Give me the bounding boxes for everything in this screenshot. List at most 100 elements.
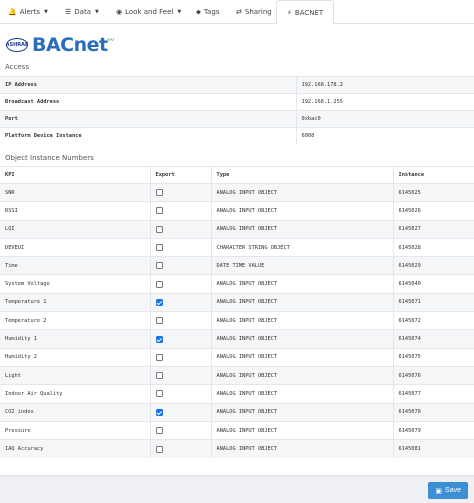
export-cell	[149, 402, 211, 422]
kpi-cell: DEVEUI	[0, 237, 150, 257]
platform-device-instance-label: Platform Device Instance	[0, 127, 297, 145]
export-checkbox[interactable]	[155, 353, 163, 361]
access-title: Access	[5, 63, 29, 71]
save-button-label: Save	[445, 487, 461, 494]
tag-icon: ⬥	[196, 7, 201, 16]
kpi-cell: Light	[0, 365, 150, 385]
instance-cell: 6145074	[392, 329, 474, 349]
table-row: Temperature 2 ANALOG INPUT OBJECT 6145072	[0, 311, 474, 330]
instance-cell: 6145072	[392, 311, 474, 330]
export-cell	[149, 292, 211, 312]
port-value: 0xbac0	[296, 110, 474, 128]
export-cell	[149, 439, 211, 458]
kpi-cell: SNR	[0, 182, 150, 202]
port-label: Port	[0, 110, 297, 128]
bacnet-wordmark: BACnet 〰	[32, 34, 114, 56]
footer-bar: ▣ Save	[0, 475, 474, 503]
instance-cell: 6145025	[392, 182, 474, 202]
export-checkbox[interactable]	[155, 225, 163, 233]
table-row: Humidity 2 ANALOG INPUT OBJECT 6145075	[0, 347, 474, 367]
export-checkbox[interactable]	[155, 317, 163, 325]
tab-bar: 🔔 Alerts ▼ ☰ Data ▼ ◉ Look and Feel ▼ ⬥ …	[0, 0, 474, 25]
tab-sharing[interactable]: ⇄ Sharing	[236, 0, 272, 24]
type-cell: ANALOG INPUT OBJECT	[210, 274, 393, 294]
tab-bacnet[interactable]: ⚡ BACNET	[276, 0, 335, 25]
export-cell	[149, 329, 211, 349]
tab-look-and-feel[interactable]: ◉ Look and Feel ▼	[116, 0, 181, 24]
kpi-cell: Humidity 1	[0, 329, 150, 349]
object-instance-title: Object Instance Numbers	[5, 154, 94, 162]
export-checkbox[interactable]	[155, 408, 163, 416]
share-icon: ⇄	[236, 8, 242, 16]
column-header-export: Export	[149, 166, 211, 184]
export-cell	[149, 201, 211, 221]
export-cell	[149, 274, 211, 294]
table-row: Light ANALOG INPUT OBJECT 6145076	[0, 365, 474, 385]
table-row: Pressure ANALOG INPUT OBJECT 6145079	[0, 420, 474, 440]
kpi-cell: Indoor Air Quality	[0, 384, 150, 404]
table-row: Indoor Air Quality ANALOG INPUT OBJECT 614…	[0, 384, 474, 404]
export-cell	[149, 237, 211, 257]
export-checkbox[interactable]	[155, 280, 163, 288]
type-cell: ANALOG INPUT OBJECT	[210, 292, 393, 312]
tab-label: BACNET	[294, 8, 324, 17]
type-cell: ANALOG INPUT OBJECT	[210, 347, 393, 367]
export-checkbox[interactable]	[155, 262, 163, 270]
instance-cell: 6145071	[392, 292, 474, 312]
caret-down-icon: ▼	[44, 9, 48, 15]
caret-down-icon: ▼	[95, 9, 99, 15]
type-cell: ANALOG INPUT OBJECT	[210, 219, 393, 239]
list-icon: ☰	[65, 8, 72, 16]
kpi-cell: IAQ Accuracy	[0, 439, 150, 458]
kpi-cell: Temperature 1	[0, 292, 150, 312]
kpi-cell: System Voltage	[0, 274, 150, 294]
tab-label: Sharing	[244, 8, 272, 16]
table-row: DEVEUI CHARACTER STRING OBJECT 6145028	[0, 237, 474, 257]
export-checkbox[interactable]	[155, 372, 163, 380]
export-checkbox[interactable]	[155, 189, 163, 197]
table-row: Time DATE TIME VALUE 6145029	[0, 256, 474, 275]
export-cell	[149, 219, 211, 239]
type-cell: ANALOG INPUT OBJECT	[210, 365, 393, 385]
type-cell: ANALOG INPUT OBJECT	[210, 420, 393, 440]
kpi-cell: Temperature 2	[0, 311, 150, 330]
column-header-type: Type	[210, 166, 393, 184]
save-icon: ▣	[435, 487, 443, 495]
export-cell	[149, 347, 211, 367]
table-row: IAQ Accuracy ANALOG INPUT OBJECT 6145081	[0, 439, 474, 458]
instance-cell: 6145029	[392, 256, 474, 275]
export-checkbox[interactable]	[155, 427, 163, 434]
export-checkbox[interactable]	[155, 298, 163, 306]
instance-cell: 6145028	[392, 237, 474, 257]
instance-cell: 6145075	[392, 347, 474, 367]
type-cell: ANALOG INPUT OBJECT	[210, 182, 393, 202]
export-cell	[149, 256, 211, 275]
export-cell	[149, 365, 211, 385]
instance-cell: 6145081	[392, 439, 474, 458]
tab-label: Look and Feel	[125, 8, 174, 16]
table-header-row: KPI Export Type Instance	[0, 166, 474, 184]
bacnet-logo: ASHRAE BACnet 〰	[6, 34, 114, 56]
export-cell	[149, 420, 211, 440]
tab-data[interactable]: ☰ Data ▼	[65, 0, 99, 24]
platform-device-instance-value: 6008	[296, 127, 474, 145]
tab-tags[interactable]: ⬥ Tags	[196, 0, 219, 24]
eye-icon: ◉	[116, 8, 123, 16]
type-cell: DATE TIME VALUE	[210, 256, 393, 275]
instance-cell: 6145027	[392, 219, 474, 239]
bolt-icon: ⚡	[287, 8, 292, 17]
export-checkbox[interactable]	[155, 207, 163, 215]
type-cell: ANALOG INPUT OBJECT	[210, 329, 393, 349]
export-checkbox[interactable]	[155, 335, 163, 343]
export-checkbox[interactable]	[155, 445, 163, 453]
tab-alerts[interactable]: 🔔 Alerts ▼	[8, 0, 48, 24]
kpi-cell: LQI	[0, 219, 150, 239]
ip-address-label: IP Address	[0, 76, 297, 94]
type-cell: ANALOG INPUT OBJECT	[210, 402, 393, 422]
table-row: Broadcast Address 192.168.1.255	[0, 93, 474, 111]
export-checkbox[interactable]	[155, 244, 163, 252]
save-button[interactable]: ▣ Save	[428, 482, 468, 499]
export-checkbox[interactable]	[155, 390, 163, 398]
type-cell: CHARACTER STRING OBJECT	[210, 237, 393, 257]
type-cell: ANALOG INPUT OBJECT	[210, 311, 393, 330]
